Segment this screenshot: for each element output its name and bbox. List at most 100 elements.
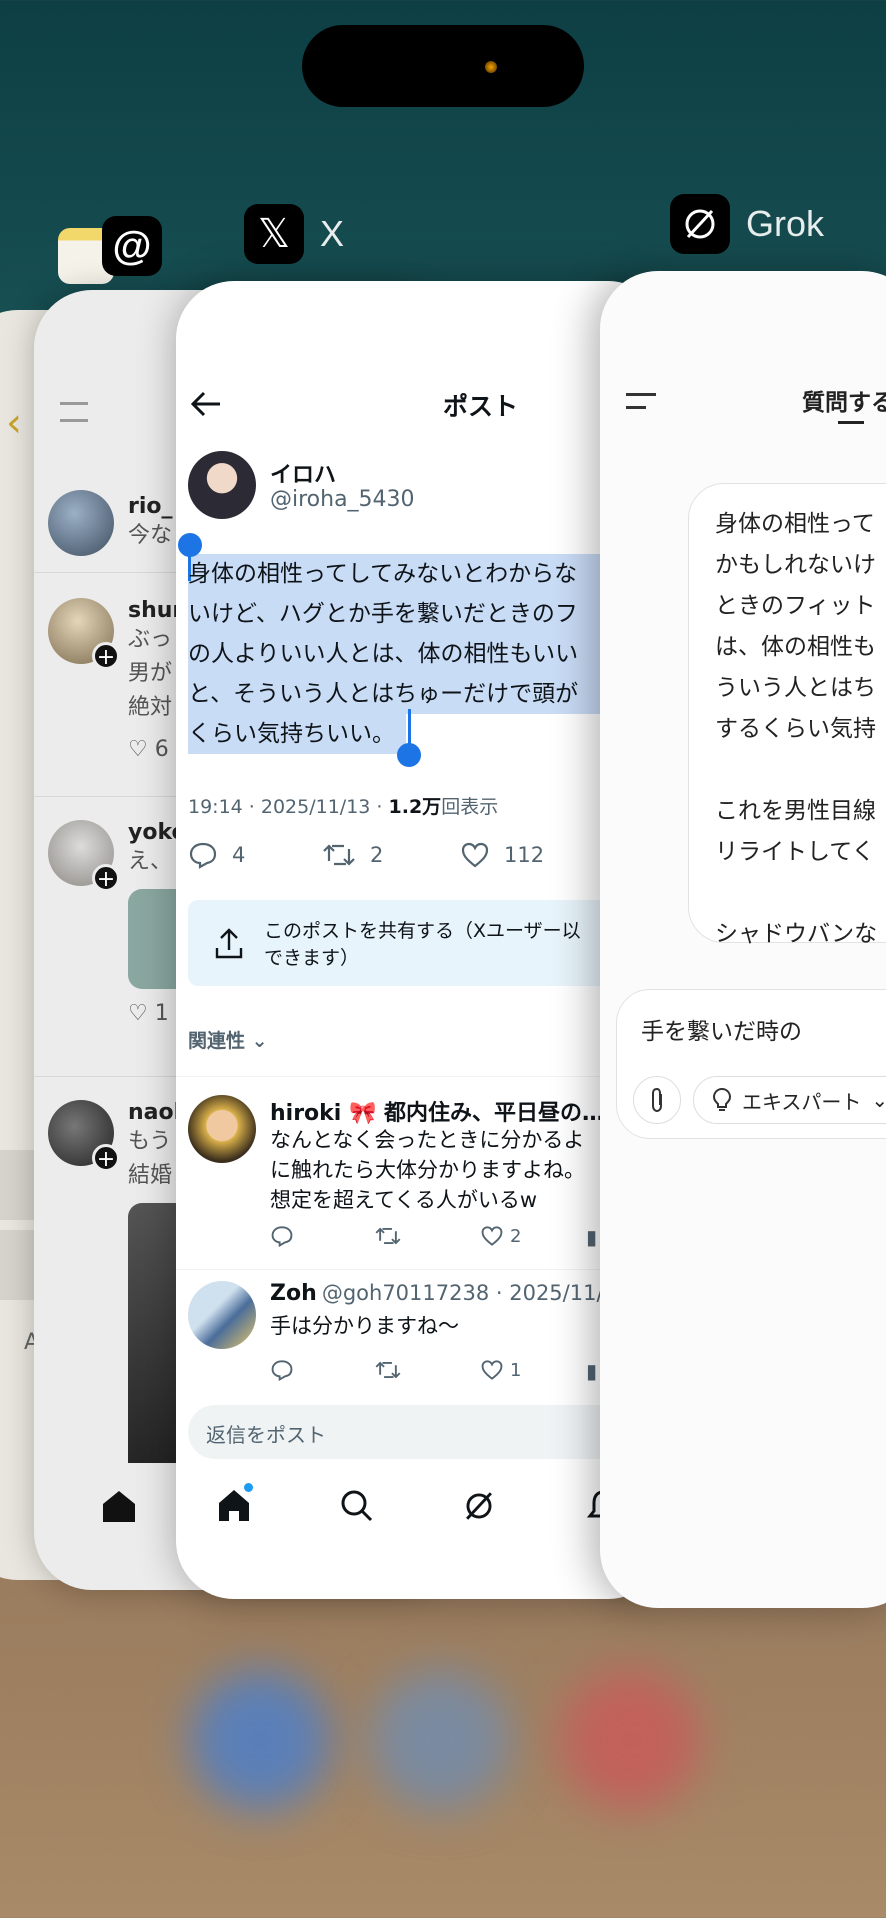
post-text[interactable]: 身体の相性ってしてみないとわからな いけど、ハグとか手を繋いだときのフ の人より… [188,554,666,754]
like-button[interactable]: 2 [480,1225,521,1247]
sort-dropdown[interactable]: 関連性 ⌄ [188,1026,268,1053]
post-timestamp: 19:14 · 2025/11/13 · [188,796,389,818]
avatar[interactable] [188,451,256,519]
follow-plus-icon[interactable]: + [92,1144,120,1172]
avatar [48,490,114,556]
reply-item[interactable]: Zoh @goh70117238 · 2025/11/1 手は分かりますね〜 1… [176,1271,666,1391]
post-meta: 19:14 · 2025/11/13 · 1.2万回表示 [188,792,498,819]
reply-button[interactable] [270,1359,294,1381]
mode-selector[interactable]: エキスパート ⌄ [693,1076,886,1124]
reply-icon [189,842,217,869]
avatar[interactable] [188,1281,256,1349]
thread-text: 絶対 [128,695,173,720]
message-line: リライトしてく [715,839,875,865]
post-line: の人よりいい人とは、体の相性もいい [188,641,579,667]
thread-item[interactable]: rio_ 今な [48,490,173,556]
chevron-down-icon: ⌄ [251,1030,268,1052]
user-message-bubble[interactable]: 身体の相性って かもしれないけ ときのフィット は、体の相性も ういう人とはち … [688,483,886,947]
message-line: するくらい気持 [715,716,876,742]
repost-button[interactable] [374,1225,402,1247]
thread-item[interactable]: + shur ぶっ 男が 絶対 ♡ 6 [48,598,183,767]
message-line: これを男性目線 [715,798,876,824]
menu-icon[interactable] [60,402,88,422]
avatar: + [48,1100,120,1172]
reply-line: 手は分かりますね〜 [270,1314,459,1338]
post-line: いけど、ハグとか手を繋いだときのフ [188,601,578,627]
menu-icon[interactable] [626,393,656,409]
repost-button[interactable] [374,1359,402,1381]
author-name[interactable]: イロハ [270,457,336,489]
like-button[interactable]: 112 [460,841,544,869]
composer[interactable]: 手を繋いだ時の エキスパート ⌄ [616,989,886,1139]
grok-app-card[interactable]: 質問する 身体の相性って かもしれないけ ときのフィット は、体の相性も ういう… [600,271,886,1608]
attach-button[interactable] [633,1076,681,1124]
threads-app-label[interactable]: @ [102,216,178,276]
sort-label: 関連性 [188,1030,246,1052]
reply-item[interactable]: hiroki 🎀 都内住み、平日昼の… なんとなく会ったときに分かるよ に触れた… [176,1081,666,1261]
thread-item[interactable]: + naol もう 結婚 [48,1100,188,1463]
grok-tab-icon[interactable] [462,1489,496,1527]
message-line: は、体の相性も [715,634,876,660]
share-text-line: このポストを共有する（Xユーザー以 [264,920,581,942]
views-icon[interactable]: ▮ [586,1225,597,1249]
share-banner[interactable]: このポストを共有する（Xユーザー以 できます） [188,900,666,986]
post-line: くらい気持ちいい。 [188,721,395,747]
thread-text: 今な [128,523,173,548]
dock-blob-red [560,1670,700,1810]
home-tab-icon[interactable] [216,1483,253,1527]
like-count-value: 6 [154,737,169,762]
reply-button[interactable] [270,1225,294,1247]
repost-button[interactable]: 2 [322,841,383,869]
message-line [715,873,886,914]
thread-author: rio_ [128,494,173,519]
view-count: 1.2万 [388,796,442,818]
search-tab-icon[interactable] [340,1489,374,1527]
back-chevron-icon: ‹ [6,400,22,446]
post-line: と、そういう人とはちゅーだけで頭が [188,681,579,707]
grok-app-label[interactable]: Grok [670,194,824,254]
avatar: + [48,820,120,892]
chevron-down-icon: ⌄ [871,1088,886,1112]
heart-icon [461,842,489,868]
author-handle[interactable]: @iroha_5430 [270,487,415,512]
composer-input[interactable]: 手を繋いだ時の [641,1012,802,1046]
heart-icon [481,1360,503,1380]
message-line: かもしれないけ [715,552,876,578]
reply-author[interactable]: hiroki 🎀 都内住み、平日昼の… [270,1095,604,1127]
reply-input[interactable]: 返信をポスト [188,1405,666,1459]
message-line: ときのフィット [715,593,876,619]
avatar: + [48,598,120,670]
notification-dot [244,1483,253,1492]
views-icon[interactable]: ▮ [586,1359,597,1383]
dynamic-island [302,25,584,107]
x-app-name: X [320,213,345,254]
thread-item[interactable]: + yoko え、 ♡ 1 [48,820,188,1031]
like-count: 2 [510,1225,522,1247]
avatar[interactable] [188,1095,256,1163]
repost-icon [375,1227,401,1245]
follow-plus-icon[interactable]: + [92,864,120,892]
reply-line: 想定を超えてくる人がいるw [270,1188,538,1212]
reply-button[interactable]: 4 [188,841,245,869]
reply-author[interactable]: Zoh [270,1281,317,1306]
reply-icon [271,1226,293,1247]
lightbulb-icon [712,1087,732,1111]
reply-count: 4 [232,843,246,867]
like-count: 112 [504,843,545,867]
divider [176,1076,666,1077]
like-button[interactable]: 1 [480,1359,521,1381]
back-arrow-icon[interactable] [190,391,222,421]
page-title: ポスト [443,392,519,421]
like-count[interactable]: ♡ 6 [128,733,183,767]
page-title: 質問する [802,390,886,416]
home-tab-icon[interactable] [100,1488,138,1528]
repost-count: 2 [370,843,384,867]
reply-handle[interactable]: @goh70117238 · 2025/11/1 [322,1281,617,1305]
x-app-label[interactable]: 𝕏 X [244,204,344,264]
x-app-card[interactable]: ポスト イロハ @iroha_5430 身体の相性ってしてみないとわからな いけ… [176,281,666,1599]
follow-plus-icon[interactable]: + [92,642,120,670]
camera-indicator [485,61,497,73]
repost-icon [375,1361,401,1379]
share-text-line: できます） [264,947,360,969]
message-line: シャドウバンな [715,921,878,947]
